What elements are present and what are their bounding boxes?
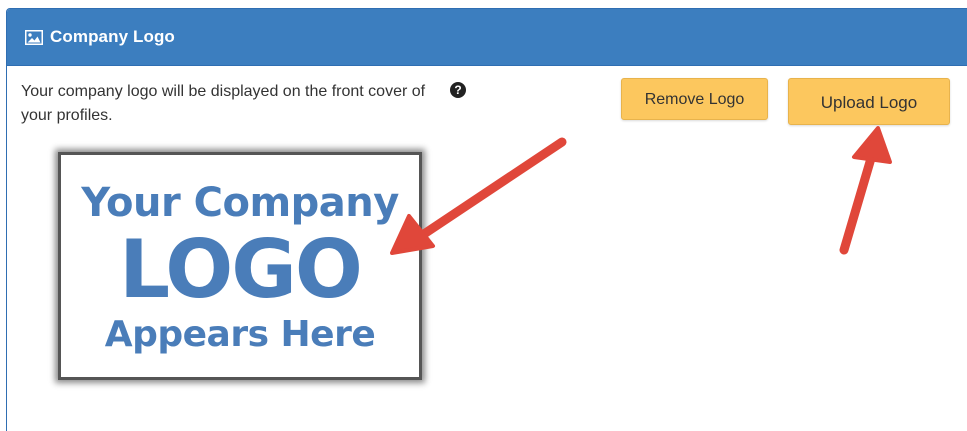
logo-preview-line3: Appears Here bbox=[104, 314, 376, 355]
panel-title: Company Logo bbox=[50, 27, 175, 46]
logo-preview: Your Company LOGO Appears Here bbox=[58, 152, 422, 380]
logo-description: Your company logo will be displayed on t… bbox=[21, 83, 426, 124]
question-circle-icon[interactable]: ? bbox=[450, 82, 466, 98]
upload-logo-button[interactable]: Upload Logo bbox=[788, 78, 950, 125]
panel-header: Company Logo bbox=[7, 9, 967, 66]
logo-preview-line1: Your Company bbox=[81, 180, 399, 226]
image-icon bbox=[25, 29, 43, 45]
logo-preview-line2: LOGO bbox=[119, 223, 363, 316]
remove-logo-button[interactable]: Remove Logo bbox=[621, 78, 768, 120]
